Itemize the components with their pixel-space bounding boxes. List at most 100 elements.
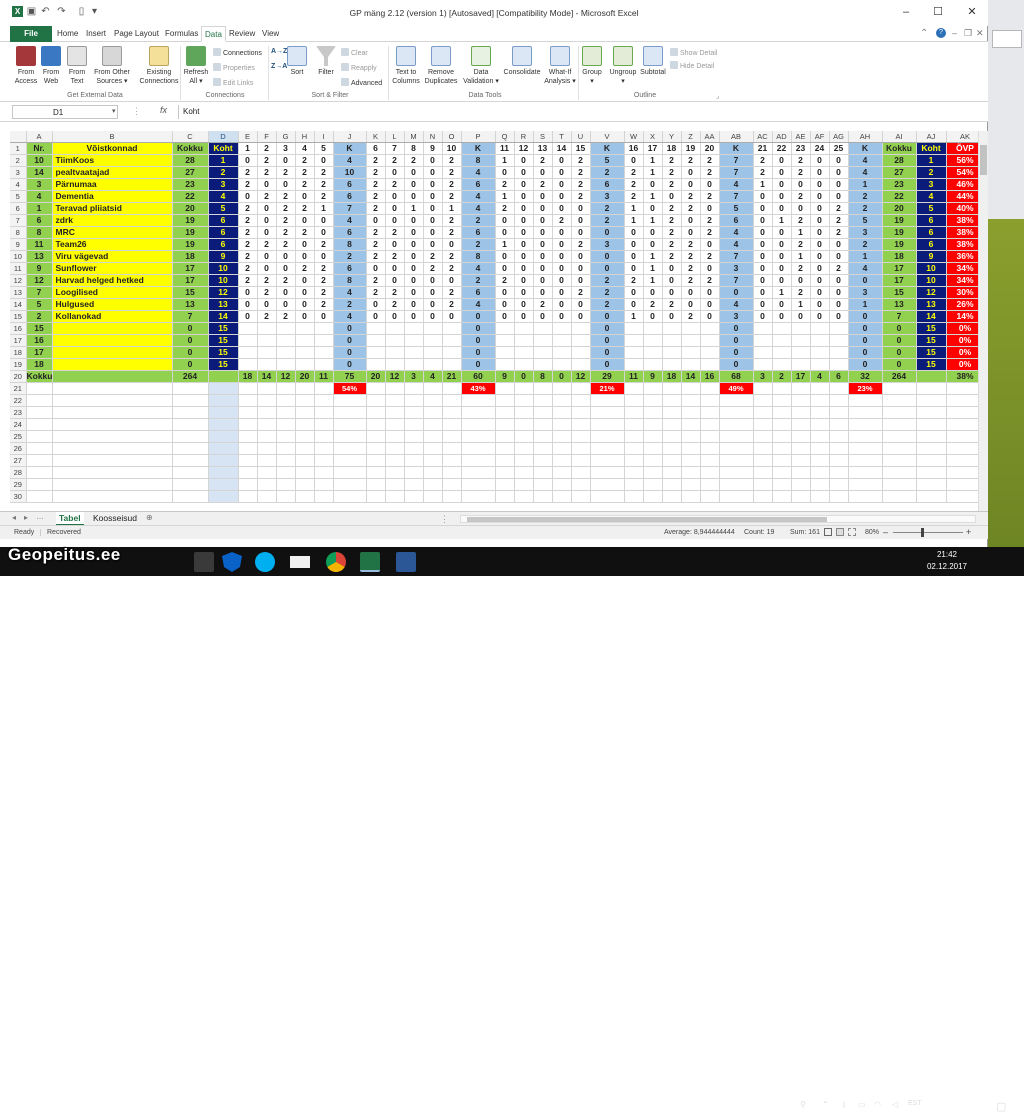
table-cell[interactable]: 2 xyxy=(552,214,572,227)
empty-cell[interactable] xyxy=(571,454,591,467)
column-header[interactable]: I xyxy=(314,131,334,143)
table-cell[interactable]: 2 xyxy=(624,274,644,287)
empty-cell[interactable] xyxy=(810,466,830,479)
table-cell[interactable]: 0 xyxy=(700,286,720,299)
table-cell[interactable]: MRC xyxy=(52,226,173,239)
header-cell[interactable]: 24 xyxy=(810,142,830,155)
empty-cell[interactable] xyxy=(172,442,209,455)
empty-cell[interactable] xyxy=(590,490,625,503)
empty-cell[interactable] xyxy=(810,454,830,467)
table-cell[interactable] xyxy=(662,334,682,347)
table-cell[interactable]: 0 xyxy=(882,322,917,335)
table-cell[interactable]: 0 xyxy=(571,202,591,215)
table-cell[interactable]: 2 xyxy=(442,166,462,179)
empty-cell[interactable] xyxy=(208,394,239,407)
language-indicator[interactable]: EST xyxy=(908,1100,922,1107)
table-cell[interactable]: 2 xyxy=(238,262,258,275)
empty-cell[interactable] xyxy=(404,466,424,479)
worksheet-grid[interactable]: A B C D E F G H I J K L M N O P Q R S T U V W X Y Z AA AB AC AD AE AF AG… xyxy=(10,131,988,511)
table-cell[interactable]: 2 xyxy=(791,190,811,203)
table-cell[interactable]: 0 xyxy=(772,154,792,167)
table-cell[interactable]: 0 xyxy=(442,238,462,251)
empty-cell[interactable] xyxy=(208,418,239,431)
table-cell[interactable]: 2 xyxy=(681,262,701,275)
empty-cell[interactable] xyxy=(772,418,792,431)
table-cell[interactable]: 0 xyxy=(423,226,443,239)
empty-cell[interactable] xyxy=(276,442,296,455)
table-cell[interactable]: 0 xyxy=(423,154,443,167)
table-cell[interactable] xyxy=(295,346,315,359)
empty-cell[interactable] xyxy=(52,466,173,479)
empty-cell[interactable] xyxy=(753,478,773,491)
column-header[interactable]: AA xyxy=(700,131,720,143)
empty-cell[interactable] xyxy=(295,406,315,419)
empty-cell[interactable] xyxy=(848,418,883,431)
table-cell[interactable] xyxy=(366,358,386,371)
table-cell[interactable]: 2 xyxy=(700,166,720,179)
table-cell[interactable]: 0 xyxy=(495,214,515,227)
header-cell[interactable]: K xyxy=(461,142,496,155)
table-cell[interactable]: 0 xyxy=(772,262,792,275)
empty-cell[interactable] xyxy=(26,454,53,467)
column-header[interactable]: AH xyxy=(848,131,883,143)
table-cell[interactable] xyxy=(442,346,462,359)
word-icon[interactable] xyxy=(396,552,416,572)
defender-icon[interactable] xyxy=(222,552,242,572)
table-cell[interactable]: 0 xyxy=(552,310,572,323)
table-cell[interactable]: 18 xyxy=(26,358,53,371)
table-cell[interactable]: 2 xyxy=(276,274,296,287)
table-cell[interactable]: 1 xyxy=(643,154,663,167)
table-cell[interactable]: 15 xyxy=(916,346,947,359)
header-cell[interactable]: 15 xyxy=(571,142,591,155)
tab-view[interactable]: View xyxy=(259,26,282,42)
table-cell[interactable]: 1 xyxy=(208,154,239,167)
from-access-button[interactable]: From Access xyxy=(10,46,42,86)
empty-cell[interactable] xyxy=(366,466,386,479)
table-cell[interactable]: 0 xyxy=(829,310,849,323)
empty-cell[interactable] xyxy=(423,442,443,455)
empty-cell[interactable] xyxy=(238,418,258,431)
table-cell[interactable]: 7 xyxy=(719,154,754,167)
table-cell[interactable]: 8 xyxy=(461,250,496,263)
table-cell[interactable]: 0 xyxy=(276,250,296,263)
table-cell[interactable] xyxy=(772,322,792,335)
column-header[interactable]: AF xyxy=(810,131,830,143)
table-cell[interactable]: 0 xyxy=(810,286,830,299)
table-cell[interactable]: 0 xyxy=(514,298,534,311)
header-cell[interactable]: 14 xyxy=(552,142,572,155)
row-header[interactable]: 2 xyxy=(10,154,27,167)
tab-scroll-left-icon[interactable]: ◂ xyxy=(12,513,16,522)
horizontal-scroll-thumb[interactable] xyxy=(467,517,827,522)
new-sheet-icon[interactable]: ⊕ xyxy=(146,513,153,522)
connections-button[interactable]: Connections xyxy=(213,48,262,58)
total-cell[interactable]: 18 xyxy=(238,370,258,383)
table-cell[interactable]: 15 xyxy=(208,334,239,347)
empty-cell[interactable] xyxy=(52,490,173,503)
table-cell[interactable]: 12 xyxy=(208,286,239,299)
empty-cell[interactable] xyxy=(333,430,367,443)
empty-cell[interactable] xyxy=(514,478,534,491)
table-cell[interactable]: 2 xyxy=(238,166,258,179)
empty-cell[interactable] xyxy=(257,418,277,431)
empty-cell[interactable] xyxy=(700,430,720,443)
table-cell[interactable]: 15 xyxy=(208,358,239,371)
table-cell[interactable] xyxy=(571,346,591,359)
table-cell[interactable]: 20 xyxy=(882,202,917,215)
empty-cell[interactable] xyxy=(333,490,367,503)
table-cell[interactable]: 10 xyxy=(208,274,239,287)
empty-cell[interactable] xyxy=(882,442,917,455)
empty-cell[interactable] xyxy=(333,418,367,431)
table-cell[interactable]: 6 xyxy=(461,178,496,191)
table-cell[interactable]: 2 xyxy=(314,274,334,287)
table-cell[interactable]: 8 xyxy=(333,274,367,287)
column-header[interactable]: J xyxy=(333,131,367,143)
empty-cell[interactable] xyxy=(208,478,239,491)
table-cell[interactable]: 15 xyxy=(26,322,53,335)
table-cell[interactable] xyxy=(295,358,315,371)
table-cell[interactable]: 0 xyxy=(681,166,701,179)
help-icon[interactable]: ? xyxy=(936,28,946,38)
column-header[interactable]: AB xyxy=(719,131,754,143)
table-cell[interactable]: 2 xyxy=(257,274,277,287)
empty-cell[interactable] xyxy=(829,430,849,443)
table-cell[interactable]: 1 xyxy=(791,226,811,239)
